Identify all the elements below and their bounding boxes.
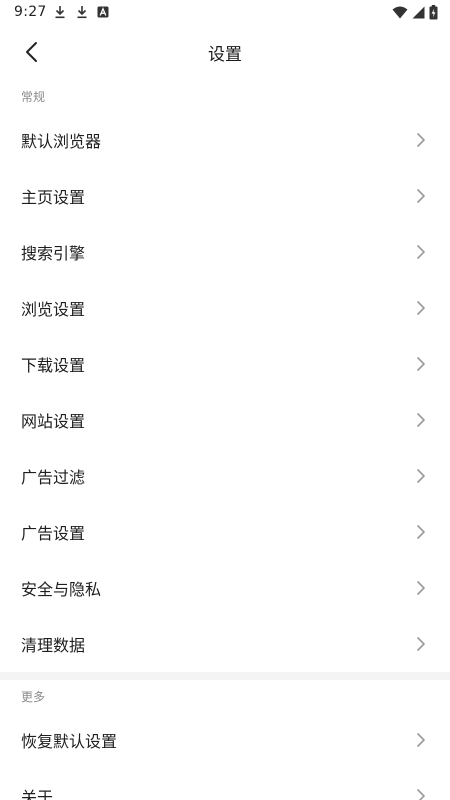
list-item-security-privacy[interactable]: 安全与隐私 xyxy=(0,560,450,616)
settings-screen: 9:27 设置 常规 默认浏览器 主页设置 搜索引擎 浏览设置 下载设置 网站设… xyxy=(0,0,450,800)
chevron-right-icon xyxy=(417,525,425,539)
settings-list-more: 恢复默认设置 关于 xyxy=(0,712,450,800)
header-bar: 设置 xyxy=(0,26,450,78)
list-item-label: 主页设置 xyxy=(21,188,86,207)
section-header-more: 更多 xyxy=(21,690,46,704)
signal-icon xyxy=(412,6,425,18)
list-item-ad-settings[interactable]: 广告设置 xyxy=(0,504,450,560)
status-icons-right xyxy=(392,4,438,20)
status-bar: 9:27 xyxy=(0,0,450,26)
battery-charging-icon xyxy=(429,4,438,19)
list-item-ad-filter[interactable]: 广告过滤 xyxy=(0,448,450,504)
chevron-right-icon xyxy=(417,637,425,651)
chevron-left-icon xyxy=(26,42,37,62)
section-divider xyxy=(0,672,450,680)
list-item-label: 默认浏览器 xyxy=(21,132,102,151)
list-item-label: 安全与隐私 xyxy=(21,580,102,599)
chevron-right-icon xyxy=(417,133,425,147)
status-time: 9:27 xyxy=(14,4,47,20)
list-item-label: 网站设置 xyxy=(21,412,86,431)
chevron-right-icon xyxy=(417,301,425,315)
list-item-restore-defaults[interactable]: 恢复默认设置 xyxy=(0,712,450,768)
list-item-label: 广告设置 xyxy=(21,524,86,543)
list-item-search-engine[interactable]: 搜索引擎 xyxy=(0,224,450,280)
download-icon xyxy=(77,6,87,19)
page-title: 设置 xyxy=(208,45,242,65)
a-badge-icon xyxy=(97,6,109,18)
chevron-right-icon xyxy=(417,733,425,747)
chevron-right-icon xyxy=(417,581,425,595)
chevron-right-icon xyxy=(417,469,425,483)
back-button[interactable] xyxy=(18,38,46,66)
list-item-label: 搜索引擎 xyxy=(21,244,86,263)
chevron-right-icon xyxy=(417,245,425,259)
download-icon xyxy=(55,6,65,19)
section-header-general: 常规 xyxy=(21,90,46,104)
list-item-about[interactable]: 关于 xyxy=(0,768,450,800)
list-item-label: 清理数据 xyxy=(21,636,86,655)
chevron-right-icon xyxy=(417,189,425,203)
list-item-label: 浏览设置 xyxy=(21,300,86,319)
chevron-right-icon xyxy=(417,413,425,427)
wifi-icon xyxy=(392,6,408,18)
list-item-homepage-settings[interactable]: 主页设置 xyxy=(0,168,450,224)
chevron-right-icon xyxy=(417,357,425,371)
list-item-label: 广告过滤 xyxy=(21,468,86,487)
list-item-label: 关于 xyxy=(21,788,54,800)
list-item-site-settings[interactable]: 网站设置 xyxy=(0,392,450,448)
chevron-right-icon xyxy=(417,789,425,800)
settings-list-general: 默认浏览器 主页设置 搜索引擎 浏览设置 下载设置 网站设置 广告过滤 广告设置… xyxy=(0,112,450,672)
list-item-default-browser[interactable]: 默认浏览器 xyxy=(0,112,450,168)
list-item-label: 恢复默认设置 xyxy=(21,732,118,751)
list-item-label: 下载设置 xyxy=(21,356,86,375)
list-item-download-settings[interactable]: 下载设置 xyxy=(0,336,450,392)
list-item-clear-data[interactable]: 清理数据 xyxy=(0,616,450,672)
list-item-browsing-settings[interactable]: 浏览设置 xyxy=(0,280,450,336)
